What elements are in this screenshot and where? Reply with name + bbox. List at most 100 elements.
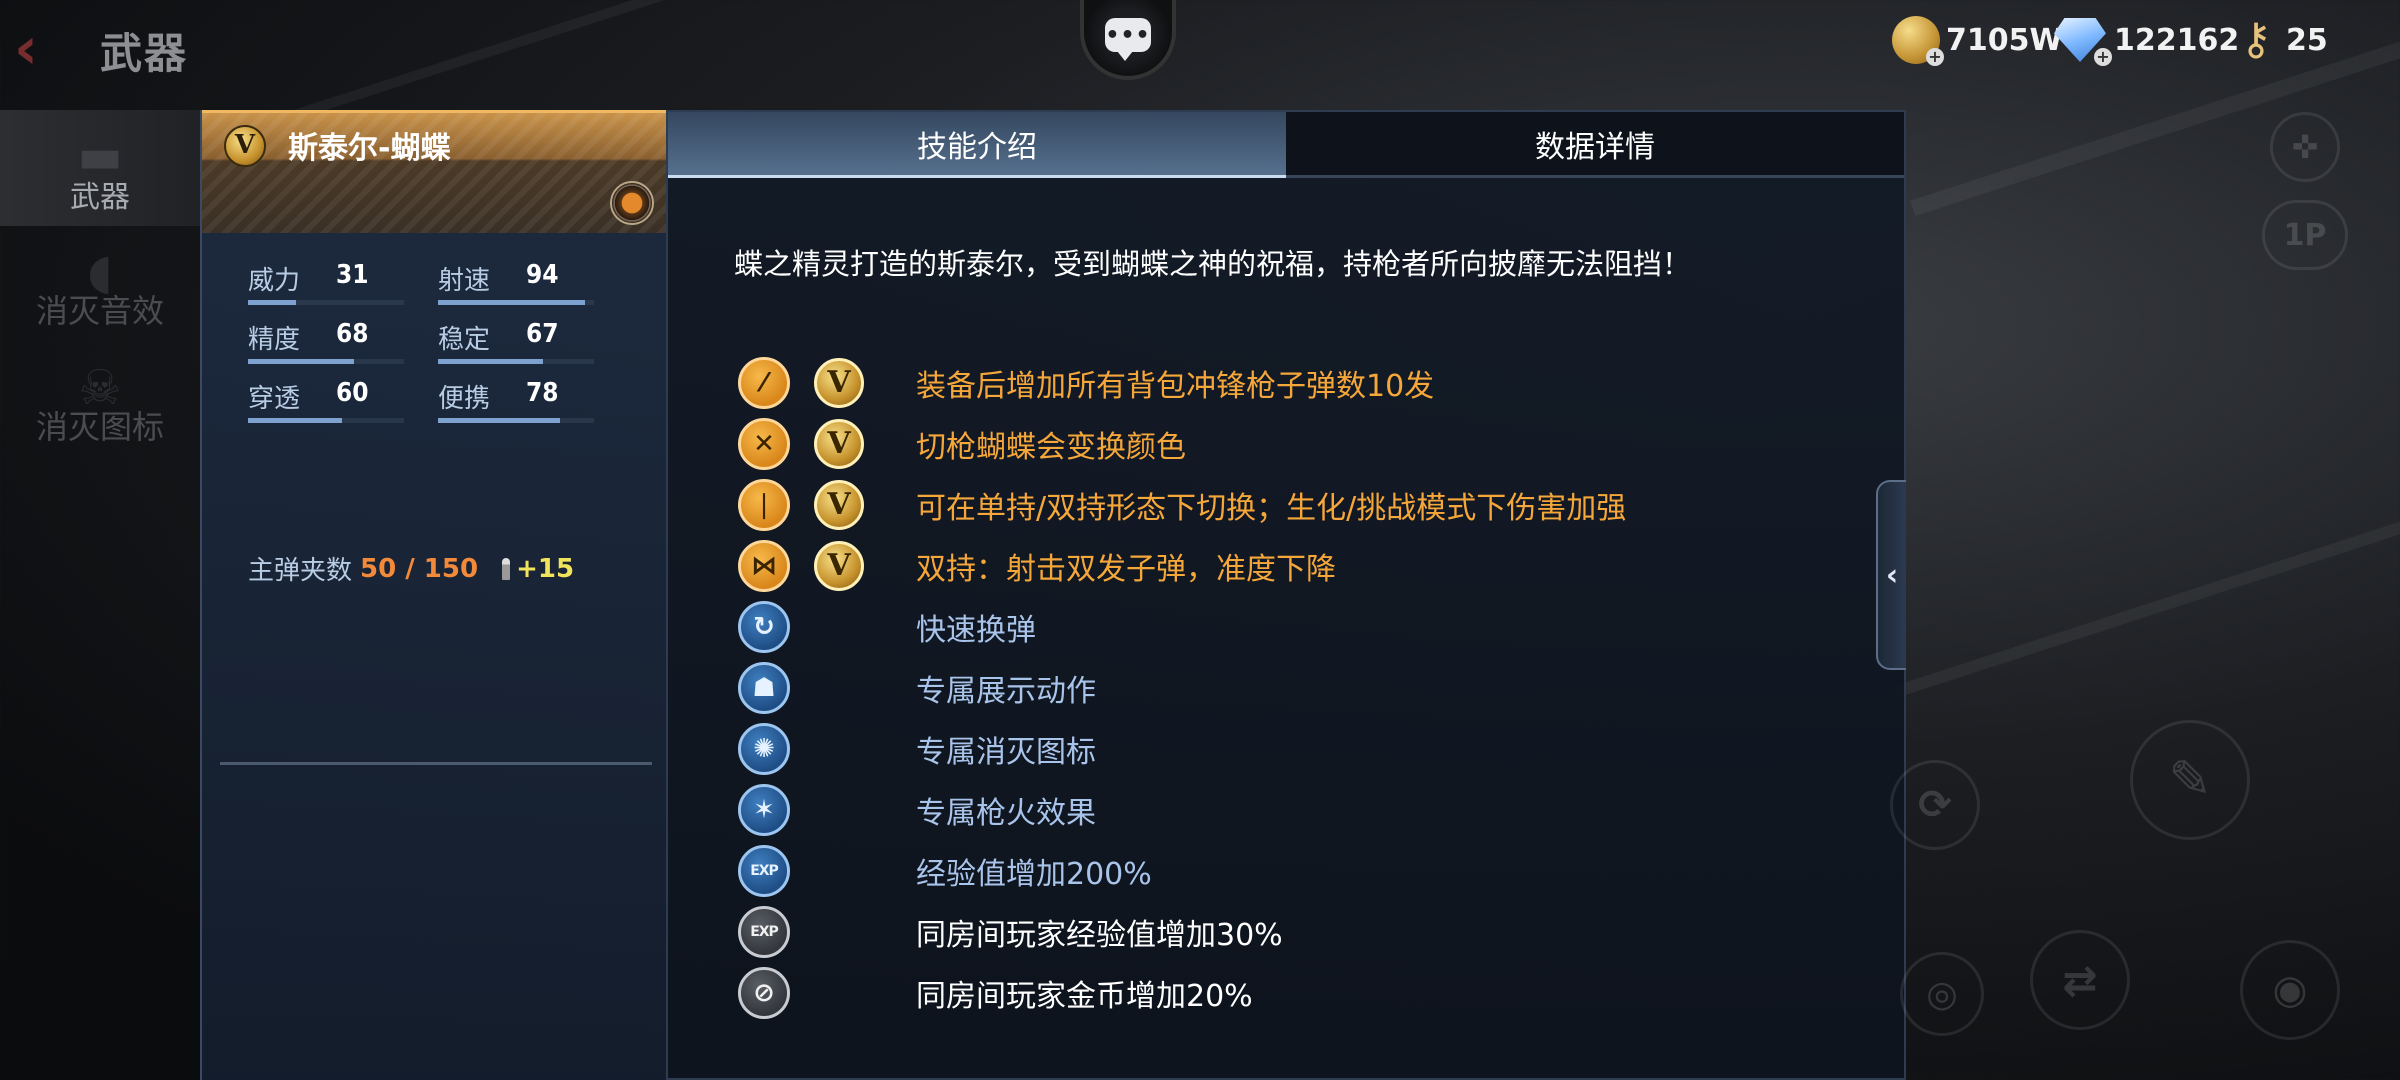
magazine-icon: ⁄ [738, 356, 790, 409]
stat-value: 31 [336, 260, 369, 290]
rotate-icon[interactable]: ⟳ [1890, 760, 1980, 850]
skin-icon[interactable]: ◎ [1900, 952, 1984, 1036]
ammo-value: 50 / 150 [360, 553, 479, 584]
skill-text: 双持：射击双发子弹，准度下降 [916, 551, 1336, 587]
tab-bar: 技能介绍 数据详情 [668, 112, 1904, 180]
divider [220, 762, 652, 765]
team-exp-icon: EXP [738, 905, 790, 958]
gold-currency[interactable]: + 7105W [1892, 12, 2063, 68]
bullet-switch-icon: ❘ [738, 478, 790, 531]
skill-row: ✶ 专属枪火效果 [738, 779, 1626, 840]
stat-row: 威力 31 射速 94 [248, 260, 628, 319]
view-toggle-button[interactable]: 1P [2262, 200, 2348, 270]
skill-row: EXP 同房间玩家经验值增加30% [738, 901, 1626, 962]
skill-text: 切枪蝴蝶会变换颜色 [916, 429, 1186, 465]
key-icon: ⚷ [2239, 14, 2273, 65]
skill-row: ⁄ V 装备后增加所有背包冲锋枪子弹数10发 [738, 352, 1626, 413]
kill-icon: ✺ [738, 722, 790, 775]
stat-bar [248, 418, 342, 423]
skill-text: 专属消灭图标 [916, 734, 1096, 770]
skill-v-slot: V [814, 418, 864, 469]
stat-portability: 便携 78 [438, 378, 628, 437]
stat-row: 精度 68 稳定 67 [248, 319, 628, 378]
gold-coin-icon: + [1892, 16, 1944, 66]
skill-text: 同房间玩家金币增加20% [916, 978, 1253, 1014]
stat-bar [248, 300, 296, 305]
stat-value: 67 [526, 319, 559, 349]
skill-row: ⋈ V 双持：射击双发子弹，准度下降 [738, 535, 1626, 596]
stat-label: 稳定 [438, 325, 491, 355]
stat-value: 78 [526, 378, 559, 408]
weapon-info-panel: V 斯泰尔-蝴蝶 威力 31 射速 94 精度 68 稳定 67 穿透 60 便… [200, 110, 668, 1080]
v-rank-badge-icon: V [814, 479, 864, 530]
chat-button[interactable]: ••• [1080, 0, 1176, 80]
v-rank-badge-icon: V [814, 418, 864, 469]
speaker-icon: ◖ [87, 244, 113, 300]
skill-text: 快速换弹 [916, 612, 1036, 648]
stat-bar [248, 359, 354, 364]
stat-label: 穿透 [248, 384, 301, 414]
side-menu-item-weapon[interactable]: ▬ 武器 [0, 110, 200, 226]
stat-label: 便携 [438, 384, 491, 414]
stat-label: 威力 [248, 266, 301, 296]
skill-v-slot: V [814, 357, 864, 408]
skill-text: 可在单持/双持形态下切换；生化/挑战模式下伤害加强 [916, 490, 1627, 526]
key-currency[interactable]: ⚷ 25 [2232, 12, 2328, 68]
swap-icon[interactable]: ⇄ [2030, 930, 2130, 1030]
tab-skill-intro[interactable]: 技能介绍 [668, 112, 1286, 178]
weapon-stats: 威力 31 射速 94 精度 68 稳定 67 穿透 60 便携 78 [248, 260, 628, 437]
hide-icon[interactable]: ◉ [2240, 940, 2340, 1040]
team-gold-icon: ⊘ [738, 966, 790, 1019]
stat-value: 68 [336, 319, 369, 349]
v-rank-badge-icon: V [814, 540, 864, 591]
muzzle-flash-icon: ✶ [738, 783, 790, 836]
stat-bar [438, 359, 543, 364]
page-title: 武器 [100, 29, 189, 78]
skill-row: ↻ 快速换弹 [738, 596, 1626, 657]
add-icon: + [2094, 48, 2112, 66]
skill-list: ⁄ V 装备后增加所有背包冲锋枪子弹数10发 ✕ V 切枪蝴蝶会变换颜色 ❘ V… [738, 352, 1626, 1023]
stat-label: 精度 [248, 325, 301, 355]
skill-v-slot: V [814, 479, 864, 530]
gold-amount: 7105W [1946, 22, 2063, 58]
diamond-amount: 122162 [2114, 22, 2240, 58]
view-toggle-label: 1P [2283, 217, 2327, 253]
side-menu-item-kill-icon[interactable]: ☠ 消灭图标 [0, 342, 200, 458]
skill-row: ✕ V 切枪蝴蝶会变换颜色 [738, 413, 1626, 474]
chevron-left-icon: ‹ [1885, 557, 1899, 593]
ammo-row: 主弹夹数 50 / 150 +15 [248, 550, 574, 587]
skill-row: ⊘ 同房间玩家金币增加20% [738, 962, 1626, 1023]
skill-panel: 技能介绍 数据详情 蝶之精灵打造的斯泰尔，受到蝴蝶之神的祝福，持枪者所向披靡无法… [666, 110, 1906, 1080]
stat-label: 射速 [438, 266, 491, 296]
collapse-panel-button[interactable]: ‹ [1876, 480, 1906, 670]
stat-value: 94 [526, 260, 559, 290]
stat-bar [438, 418, 560, 423]
weapon-type-icon [610, 181, 654, 225]
v-rank-badge-icon: V [224, 125, 266, 167]
skill-row: ✺ 专属消灭图标 [738, 718, 1626, 779]
stat-bar [438, 300, 585, 305]
tab-data-details[interactable]: 数据详情 [1286, 112, 1904, 178]
key-amount: 25 [2286, 22, 2328, 58]
add-icon: + [1926, 48, 1944, 66]
v-rank-badge-icon: V [814, 357, 864, 408]
stat-penetration: 穿透 60 [248, 378, 438, 437]
skill-text: 经验值增加200% [916, 856, 1152, 892]
skill-text: 专属展示动作 [916, 673, 1096, 709]
diamond-currency[interactable]: + 122162 [2052, 12, 2239, 68]
side-menu-item-kill-sound[interactable]: ◖ 消灭音效 [0, 226, 200, 342]
chat-icon: ••• [1105, 18, 1151, 61]
ammo-label: 主弹夹数 [248, 556, 353, 586]
inspect-weapon-icon[interactable]: ✎ [2130, 720, 2250, 840]
dual-wield-icon: ⋈ [738, 539, 790, 592]
stat-row: 穿透 60 便携 78 [248, 378, 628, 437]
back-arrow-icon[interactable]: ‹ [14, 18, 74, 78]
exp-icon: EXP [738, 844, 790, 897]
fast-reload-icon: ↻ [738, 600, 790, 653]
skill-v-slot: V [814, 540, 864, 591]
weapon-name: 斯泰尔-蝴蝶 [288, 131, 451, 166]
stat-power: 威力 31 [248, 260, 438, 319]
gamepad-icon[interactable]: ✜ [2270, 112, 2340, 182]
stat-stability: 稳定 67 [438, 319, 628, 378]
skull-icon: ☠ [78, 360, 122, 416]
